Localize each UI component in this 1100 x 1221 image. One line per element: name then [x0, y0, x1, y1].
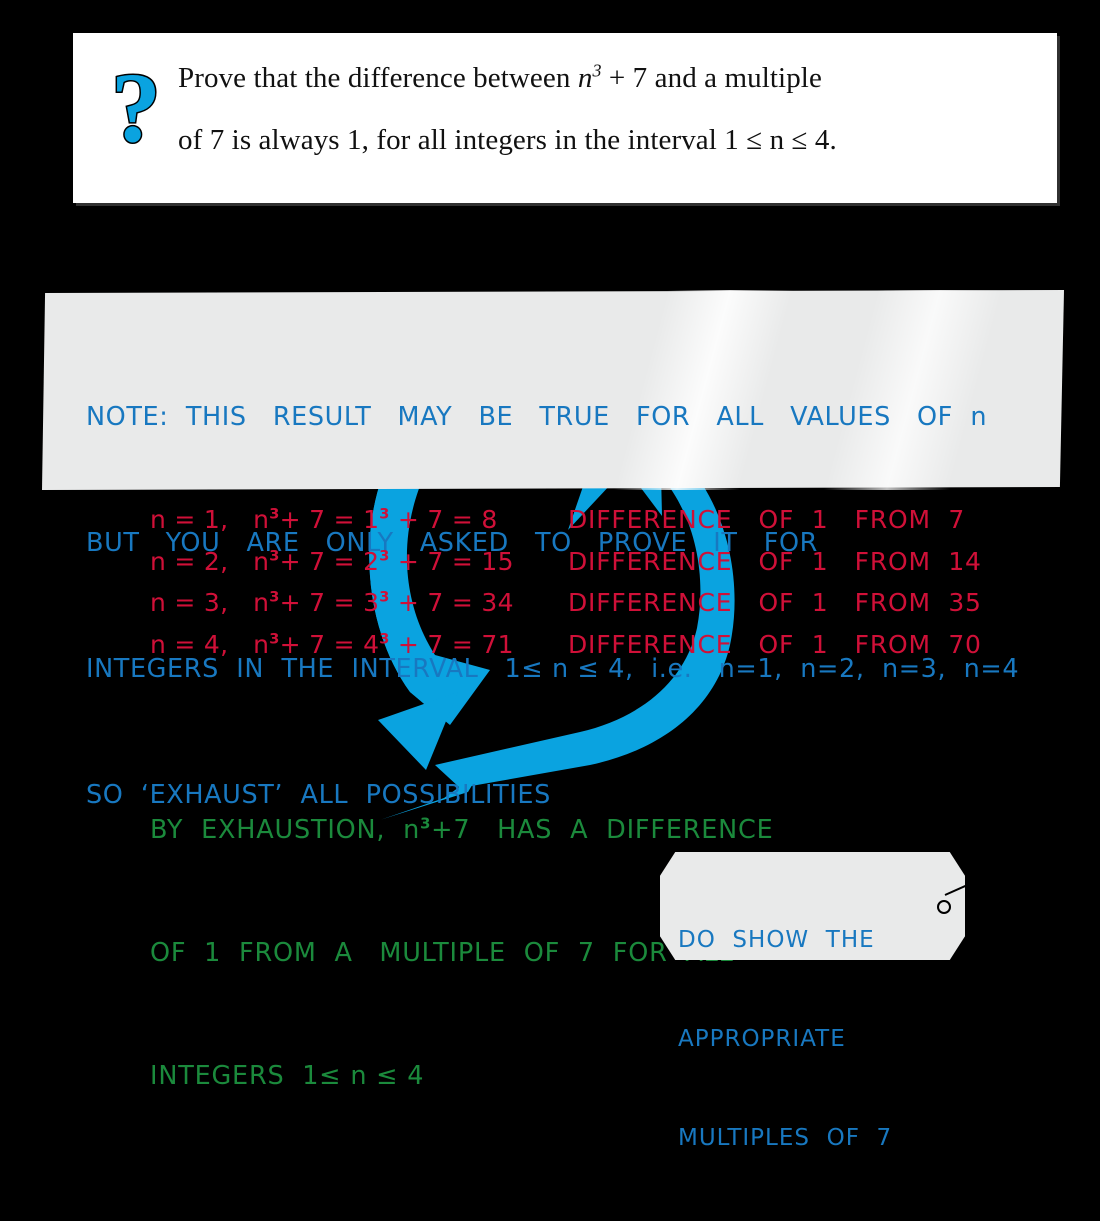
- working-lines: n = 1, n3+ 7 = 13 + 7 = 8 DIFFERENCE OF …: [0, 505, 1100, 671]
- working-expression-a: n = 1, n: [150, 505, 270, 534]
- question-variable: n: [577, 62, 593, 94]
- working-exponent-2: 3: [379, 631, 390, 648]
- question-statement: Prove that the difference between n3 + 7…: [178, 47, 1031, 171]
- working-expression-a: n = 2, n: [150, 546, 270, 576]
- working-expression-c: + 7 = 8: [389, 505, 498, 534]
- working-exponent-1: 3: [269, 589, 280, 606]
- working-conclusion: DIFFERENCE OF 1 FROM 14: [568, 546, 982, 576]
- conclusion-exponent: 3: [420, 815, 432, 833]
- question-card: ? Prove that the difference between n3 +…: [73, 33, 1057, 203]
- question-line-2: of 7 is always 1, for all integers in th…: [178, 124, 837, 156]
- working-exponent-2: 3: [379, 548, 390, 565]
- working-expression-a: n = 3, n: [150, 588, 270, 617]
- note-panel: NOTE: THIS RESULT MAY BE TRUE FOR ALL VA…: [42, 290, 1064, 810]
- working-exponent-2: 3: [379, 506, 390, 523]
- tag-line-2: APPROPRIATE: [678, 1026, 846, 1052]
- working-expression-b: + 7 = 1: [279, 505, 380, 534]
- working-conclusion: DIFFERENCE OF 1 FROM 70: [568, 629, 982, 659]
- working-exponent-1: 3: [269, 631, 280, 648]
- question-line-1: Prove that the difference between n3 + 7…: [178, 47, 1031, 109]
- tag-line-1: DO SHOW THE: [678, 927, 875, 953]
- table-row: n = 3, n3+ 7 = 33 + 7 = 34 DIFFERENCE OF…: [0, 588, 1100, 630]
- table-row: n = 2, n3+ 7 = 23 + 7 = 15 DIFFERENCE OF…: [0, 547, 1100, 589]
- working-expression-c: + 7 = 34: [389, 588, 514, 617]
- note-line-1: NOTE: THIS RESULT MAY BE TRUE FOR ALL VA…: [86, 402, 988, 432]
- working-expression-b: + 7 = 2: [279, 546, 380, 576]
- working-exponent-1: 3: [269, 548, 280, 565]
- question-mark-icon: ?: [110, 52, 163, 163]
- conclusion-line-1-b: +7 HAS A DIFFERENCE: [431, 815, 774, 845]
- working-expression-c: + 7 = 71: [389, 629, 514, 659]
- working-exponent-1: 3: [269, 506, 280, 523]
- working-expression-b: + 7 = 3: [279, 588, 380, 617]
- tag-line-3: MULTIPLES OF 7: [678, 1125, 893, 1151]
- working-expression: n = 1, n3+ 7 = 13 + 7 = 8: [150, 505, 498, 534]
- working-expression-a: n = 4, n: [150, 629, 270, 659]
- working-conclusion: DIFFERENCE OF 1 FROM 7: [568, 505, 966, 534]
- advice-tag: DO SHOW THE APPROPRIATE MULTIPLES OF 7: [660, 852, 973, 1151]
- working-conclusion: DIFFERENCE OF 1 FROM 35: [568, 588, 982, 617]
- table-row: n = 4, n3+ 7 = 43 + 7 = 71 DIFFERENCE OF…: [0, 630, 1100, 672]
- question-line-1-pre: Prove that the difference between: [178, 62, 578, 94]
- question-line-1-mid: + 7 and a multiple: [601, 62, 822, 94]
- working-expression-c: + 7 = 15: [389, 546, 514, 576]
- working-expression: n = 3, n3+ 7 = 33 + 7 = 34: [150, 588, 514, 617]
- working-exponent-2: 3: [379, 589, 390, 606]
- working-expression: n = 4, n3+ 7 = 43 + 7 = 71: [150, 630, 514, 659]
- question-exponent: 3: [592, 60, 602, 81]
- conclusion-line-1-a: BY EXHAUSTION, n: [150, 815, 421, 845]
- working-expression: n = 2, n3+ 7 = 23 + 7 = 15: [150, 547, 514, 576]
- advice-tag-text: DO SHOW THE APPROPRIATE MULTIPLES OF 7: [678, 858, 955, 1221]
- table-row: n = 1, n3+ 7 = 13 + 7 = 8 DIFFERENCE OF …: [0, 505, 1100, 547]
- conclusion-line-1: BY EXHAUSTION, n3+7 HAS A DIFFERENCE: [150, 810, 870, 851]
- working-expression-b: + 7 = 4: [279, 629, 380, 659]
